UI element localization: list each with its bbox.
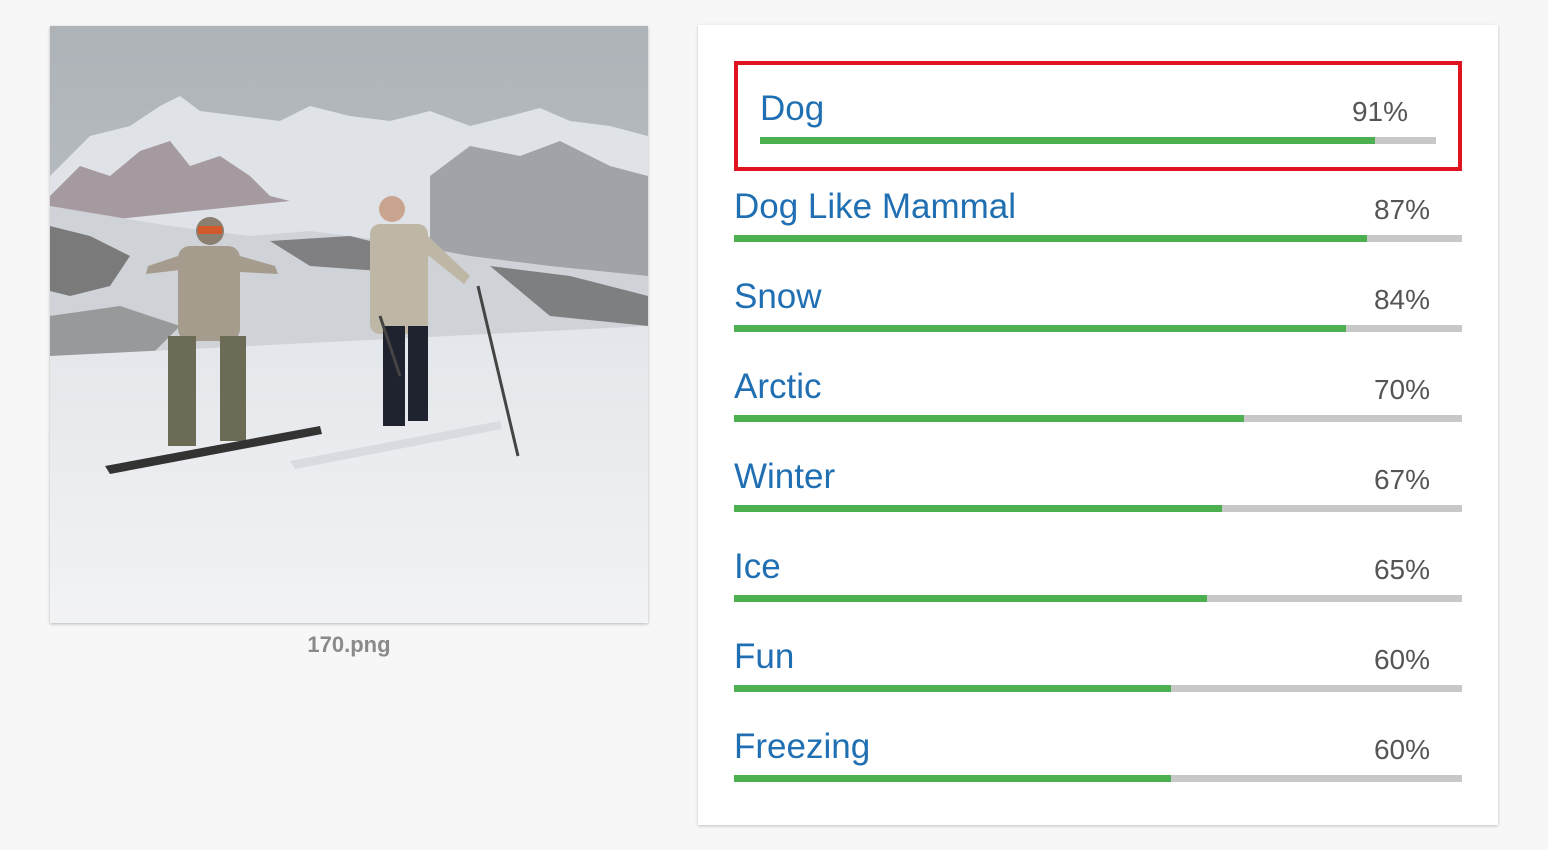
label-row[interactable]: Ice 65% [734,547,1462,607]
label-list: Dog 91% Dog Like Mammal 87% Snow 84% Arctic 70%… [698,25,1498,825]
label-name[interactable]: Snow [734,277,822,317]
label-name[interactable]: Dog Like Mammal [734,187,1016,227]
label-row[interactable]: Snow 84% [734,277,1462,337]
score-bar-fill [734,325,1346,332]
score-bar-track [734,685,1462,692]
label-row-selected[interactable]: Dog 91% [734,61,1462,171]
label-score: 87% [1373,194,1430,225]
label-row[interactable]: Winter 67% [734,457,1462,517]
label-score: 60% [1373,644,1430,675]
score-bar-fill [734,235,1368,242]
score-bar-track [734,325,1462,332]
label-name[interactable]: Fun [734,637,794,677]
label-row[interactable]: Arctic 70% [734,367,1462,427]
label-row[interactable]: Fun 60% [734,637,1462,697]
label-score: 84% [1373,284,1430,315]
score-bar-track [760,137,1436,144]
score-bar-track [734,505,1462,512]
ski-photo [50,26,648,623]
label-score: 70% [1373,374,1430,405]
label-score: 91% [1351,96,1408,127]
score-bar-track [734,235,1462,242]
page: 170.png Dog 91% Dog Like Mammal 87% Snow 84% A… [0,0,1548,850]
score-bar-fill [734,595,1208,602]
score-bar-fill [760,137,1376,144]
photo-thumbnail[interactable] [50,26,648,623]
label-name[interactable]: Arctic [734,367,822,407]
label-name[interactable]: Ice [734,547,781,587]
label-name[interactable]: Winter [734,457,835,497]
label-score: 60% [1373,734,1430,765]
score-bar-fill [734,505,1222,512]
image-filename: 170.png [307,632,391,657]
label-row[interactable]: Dog Like Mammal 87% [734,187,1462,247]
labels-panel[interactable]: Dog 91% Dog Like Mammal 87% Snow 84% Arctic 70%… [698,25,1498,825]
score-bar-track [734,775,1462,782]
score-bar-fill [734,775,1171,782]
score-bar-fill [734,685,1171,692]
label-score: 67% [1373,464,1430,495]
score-bar-track [734,415,1462,422]
label-score: 65% [1373,554,1430,585]
score-bar-fill [734,415,1244,422]
label-row[interactable]: Freezing 60% [734,727,1462,787]
label-name[interactable]: Dog [760,89,824,129]
label-name[interactable]: Freezing [734,727,870,767]
score-bar-track [734,595,1462,602]
